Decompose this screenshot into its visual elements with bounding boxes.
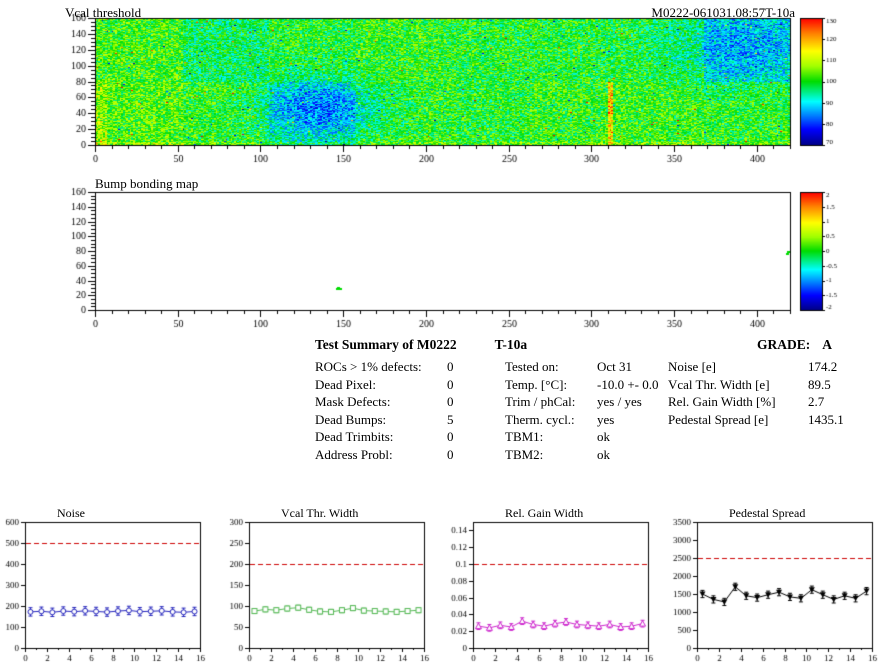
summary-row-label: Temp. [°C]: xyxy=(505,376,568,392)
summary-row-value: 5 xyxy=(447,411,454,427)
summary-row-value: 0 xyxy=(447,446,454,462)
bump-bonding-heatmap xyxy=(0,186,896,336)
summary-row-label: TBM2: xyxy=(505,446,544,462)
summary-row-value: 0 xyxy=(447,429,454,445)
grade-value: A xyxy=(822,337,832,352)
summary-row-value: yes / yes xyxy=(597,394,642,410)
summary-row-label: Trim / phCal: xyxy=(505,394,576,410)
summary-row-label: Vcal Thr. Width [e] xyxy=(668,376,770,392)
module-test-summary-page: Vcal threshold M0222-061031.08:57T-10a B… xyxy=(0,0,896,672)
summary-row-label: ROCs > 1% defects: xyxy=(315,359,422,374)
summary-row-value: 0 xyxy=(447,359,454,374)
summary-row-label: Dead Bumps: xyxy=(315,411,387,427)
summary-row-value: yes xyxy=(597,411,615,427)
summary-row-label: Dead Trimbits: xyxy=(315,429,394,445)
summary-row-label: Tested on: xyxy=(505,359,559,374)
summary-row-value: 0 xyxy=(447,394,454,410)
grade-label: GRADE: xyxy=(757,337,811,352)
summary-row-label: Rel. Gain Width [%] xyxy=(668,394,776,410)
summary-row-value: Oct 31 xyxy=(597,359,633,374)
summary-row-label: Address Probl: xyxy=(315,446,393,462)
summary-row-value: 0 xyxy=(447,376,454,392)
summary-row-label: Noise [e] xyxy=(668,359,717,374)
summary-heading: Test Summary of M0222 T-10a xyxy=(315,337,527,353)
summary-row-value: ok xyxy=(597,446,610,462)
summary-row-label: Therm. cycl.: xyxy=(505,411,575,427)
summary-row-value: 1435.1 xyxy=(808,411,844,427)
summary-row-value: -10.0 +- 0.0 xyxy=(597,376,659,392)
summary-title: Test Summary of M0222 xyxy=(315,337,457,352)
summary-row-label: Pedestal Spread [e] xyxy=(668,411,769,427)
summary-row-value: 2.7 xyxy=(808,394,825,410)
summary-row-label: TBM1: xyxy=(505,429,544,445)
summary-row-value: ok xyxy=(597,429,610,445)
summary-row-label: Dead Pixel: xyxy=(315,376,377,392)
per-roc-trend-plots xyxy=(0,512,896,672)
summary-row-value: 89.5 xyxy=(808,376,831,392)
summary-row-value: 174.2 xyxy=(808,359,838,374)
grade-badge: GRADE: A xyxy=(757,337,832,353)
summary-module-name: T-10a xyxy=(494,337,528,352)
summary-row-label: Mask Defects: xyxy=(315,394,391,410)
vcal-threshold-heatmap xyxy=(0,0,896,168)
